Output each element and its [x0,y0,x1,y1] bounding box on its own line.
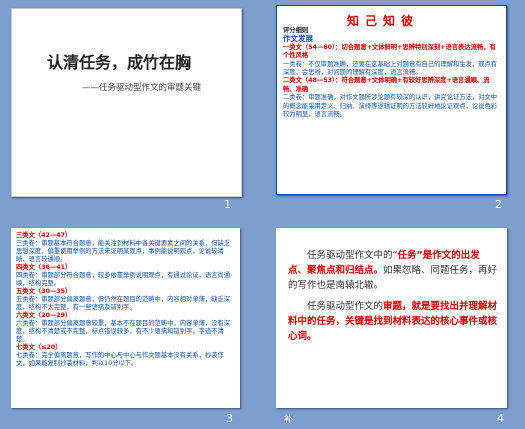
category-7-label: 七类文（≤20） [16,344,62,351]
category-2-label: 二类文（48—53）：符合题意+文体明确+有较好思辨深度+语言通顺、流畅、准确 [283,77,490,93]
category-6-label: 六类文（20—29） [16,312,72,319]
slide-1-number: 1 [224,198,231,211]
slide-1-subtitle: ——任务驱动型作文的审题关键 [82,83,202,93]
category-7-desc: 七类卷：完全偏离题意，写作的中心与中心与作文题基本没有关系，抄袭作文，如果能复制… [16,352,224,367]
category-2-desc: 二类卷：审题准确，对作文题所涉论题有较深的认识，讲究论证方法，对文中的概念能采用… [283,94,498,119]
slide-1[interactable]: 认清任务，成竹在胸 ——任务驱动型作文的审题关键 [11,8,242,197]
category-5-label: 五类文（30—35） [16,288,72,295]
slide-4-number: 4 [497,412,504,425]
category-1-label: 一类文（54—60）：切合题意+文体鲜明+思辨特别深刻+语言表达流畅，有个性风格 [283,43,496,60]
category-4-label: 四类文（36—41） [16,264,72,271]
slide-3[interactable]: 三类文（42—47） 三类卷：审题基本符合题意，能关注到材料中各关键要素之间的关… [11,228,240,408]
watermark-logo-icon [378,382,389,393]
slide-4-body: 任务驱动型作文中的“任务”是作文的出发点、聚焦点和归结点。如果忽略、同题任务，再… [288,248,498,350]
p2-keyword-review: 审题 [383,301,403,312]
category-3-label: 三类文（42—47） [16,232,72,239]
slide-2-number: 2 [495,198,502,211]
scoring-rules-heading: 评分细则 [283,27,309,34]
composition-heading: 作文发展 [283,34,313,44]
watermark-url: www.ht88.com [400,398,475,409]
slide-3-body: 三类文（42—47） 三类卷：审题基本符合题意，能关注到材料中各关键要素之间的关… [16,232,236,368]
p1-keyword-task: 任务 [397,250,417,261]
category-3-desc: 三类卷：审题基本符合题意，能关注到材料中各关键要素之间的关系，但缺乏思想深度，偏… [16,240,231,263]
category-4-desc: 四类卷：审题部分符合题意，较多依靠举例说明观点，有通过论证，语言尚通顺，结构完整… [16,272,231,287]
slide-4-paragraph-1: 任务驱动型作文中的“任务”是作文的出发点、聚焦点和归结点。如果忽略、同题任务，再… [288,248,498,293]
p1-text-a: 任务驱动型作文中的“ [307,250,398,261]
slide-4-paragraph-2: 任务驱动型作文的审题，就是要找出并理解材料中的任务，关键是找到材料表达的核心事件… [288,299,498,344]
category-6-desc: 六类卷：审题部分偏离题意较重，基本不在题目的范畴中，内容单薄，没有深度，结构不清… [16,320,231,343]
cursor-text: 补 [284,415,294,425]
category-5-desc: 五类卷：审题部分偏离题意，但仍然在题目的范畴中，内容相对单薄，缺乏深度，结构不太… [16,296,231,311]
p2-text-a: 任务驱动型作文的 [307,301,384,312]
slide-2-body: 评分细则 作文发展 一类文（54—60）：切合题意+文体鲜明+思辨特别深刻+语言… [283,27,501,119]
slide-3-number: 3 [226,412,233,425]
category-1-desc: 一类卷：不仅审题准确，还要在这基础上对题意有自己的理解和生发，观点有深度，会思辨… [283,60,498,77]
slide-2[interactable]: 知己知彼 评分细则 作文发展 一类文（54—60）：切合题意+文体鲜明+思辨特别… [276,5,507,195]
slide-1-title: 认清任务，成竹在胸 [47,53,192,72]
